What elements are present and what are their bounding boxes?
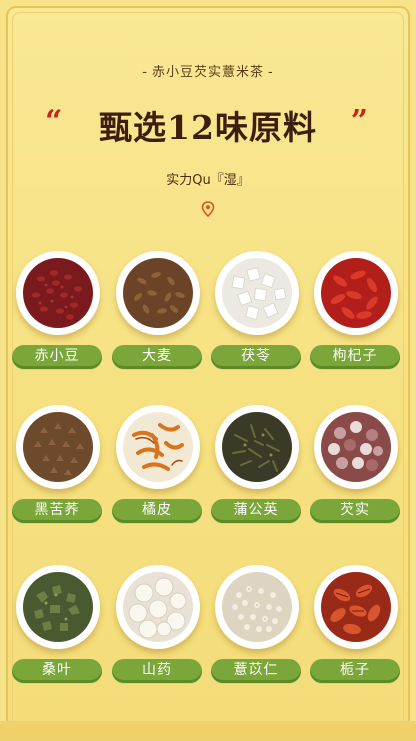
ingredient-label: 蒲公英 xyxy=(211,499,301,523)
ingredient-card: 大麦 xyxy=(110,251,206,381)
ingredient-label: 枸杞子 xyxy=(310,345,400,369)
ingredient-card: 山药 xyxy=(110,565,206,695)
coix-seed-icon xyxy=(215,565,299,649)
ingredient-card: 桑叶 xyxy=(10,565,106,695)
ingredient-label: 芡实 xyxy=(310,499,400,523)
ingredient-label: 桑叶 xyxy=(12,659,102,683)
dash-right: - xyxy=(268,65,274,80)
poria-icon xyxy=(215,251,299,335)
ingredient-card: 黑苦荞 xyxy=(10,405,106,535)
tagline: 实力Qu『湿』 xyxy=(166,173,250,188)
subtitle: - 赤小豆芡实薏米茶 - xyxy=(0,61,416,80)
ingredient-card: 茯苓 xyxy=(209,251,305,381)
orange-peel-icon xyxy=(116,405,200,489)
dandelion-icon xyxy=(215,405,299,489)
ingredient-label: 黑苦荞 xyxy=(12,499,102,523)
ingredient-label: 赤小豆 xyxy=(12,345,102,369)
subtitle-text: 赤小豆芡实薏米茶 xyxy=(151,65,264,80)
red-bean-icon xyxy=(16,251,100,335)
goji-icon xyxy=(314,251,398,335)
quote-close: ” xyxy=(350,104,368,139)
ingredient-card: 赤小豆 xyxy=(10,251,106,381)
yam-icon xyxy=(116,565,200,649)
location-pin-icon xyxy=(201,201,215,217)
ingredient-card: 橘皮 xyxy=(110,405,206,535)
ingredient-label: 茯苓 xyxy=(211,345,301,369)
ingredient-label: 栀子 xyxy=(310,659,400,683)
ingredient-card: 枸杞子 xyxy=(308,251,404,381)
dash-left: - xyxy=(142,65,148,80)
ingredient-label: 大麦 xyxy=(112,345,202,369)
euryale-icon xyxy=(314,405,398,489)
gardenia-icon xyxy=(314,565,398,649)
ingredient-card: 蒲公英 xyxy=(209,405,305,535)
mulberry-leaf-icon xyxy=(16,565,100,649)
ingredient-label: 山药 xyxy=(112,659,202,683)
ingredient-card: 栀子 xyxy=(308,565,404,695)
barley-icon xyxy=(116,251,200,335)
ingredient-label: 橘皮 xyxy=(112,499,202,523)
ingredient-label: 薏苡仁 xyxy=(211,659,301,683)
ingredient-card: 薏苡仁 xyxy=(209,565,305,695)
buckwheat-icon xyxy=(16,405,100,489)
ingredient-card: 芡实 xyxy=(308,405,404,535)
bottom-bar xyxy=(0,721,416,741)
